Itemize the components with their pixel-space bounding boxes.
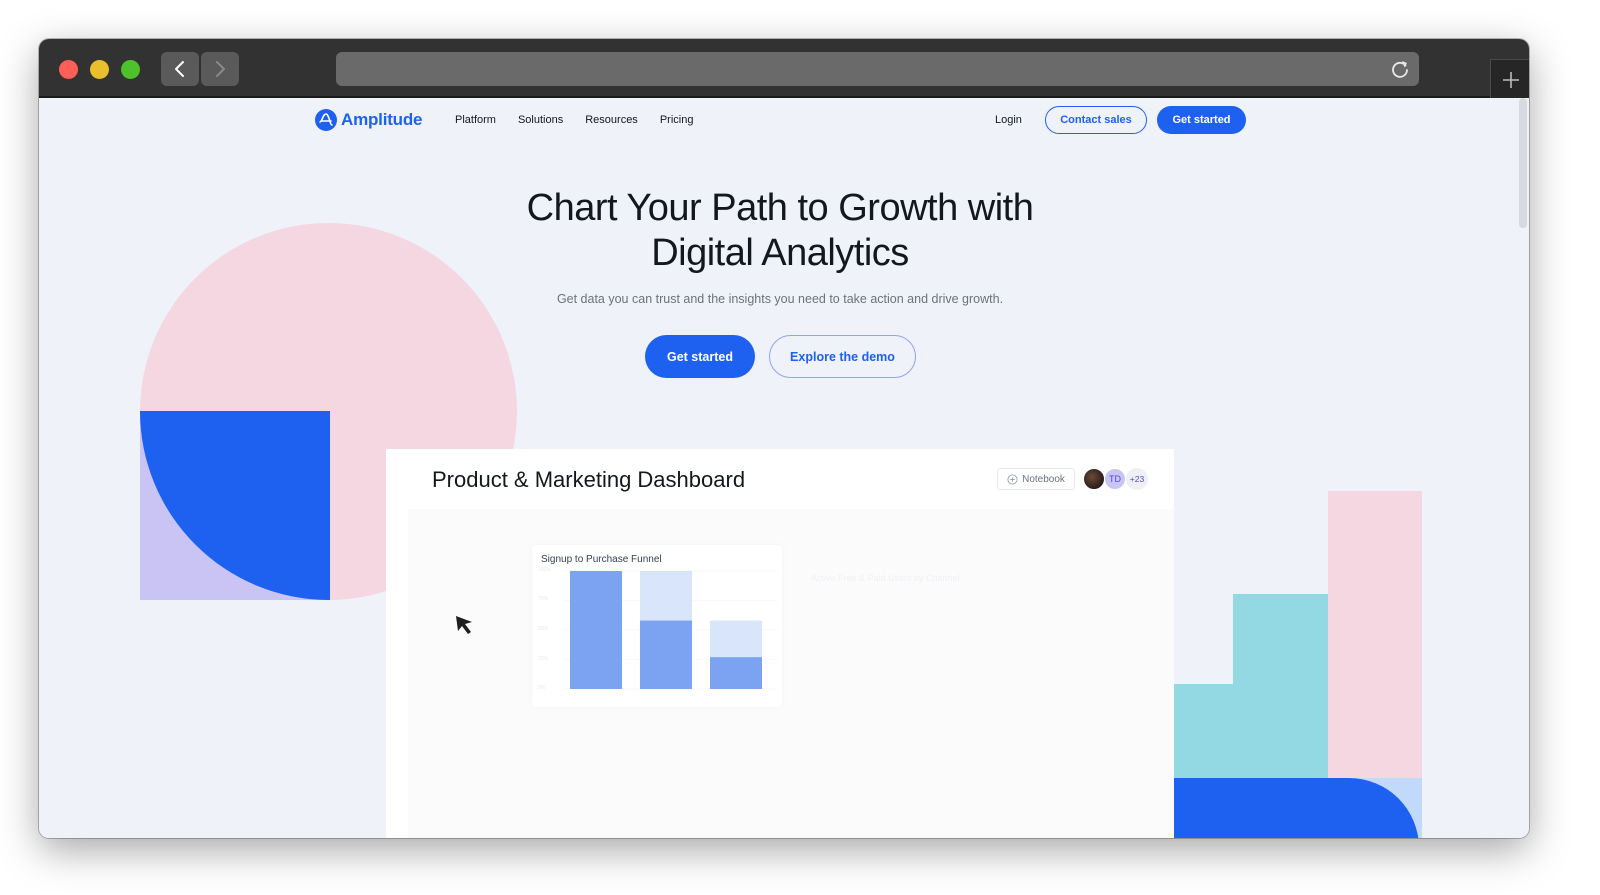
nav-link-platform[interactable]: Platform [455,114,496,126]
nav-link-pricing[interactable]: Pricing [660,114,694,126]
ghost-chart-title: Active Free & Paid Users by Channel [811,573,960,583]
primary-nav: Platform Solutions Resources Pricing [455,114,693,126]
hero-subtitle: Get data you can trust and the insights … [556,292,1004,306]
header-get-started-button[interactable]: Get started [1157,106,1246,134]
y-tick-label: 100% [538,567,551,573]
browser-window: Amplitude Platform Solutions Resources P… [39,39,1529,838]
plus-icon [1502,71,1519,88]
mouse-cursor-icon [456,616,472,634]
notebook-button[interactable]: Notebook [997,468,1075,490]
y-tick-label: 0% [538,685,546,691]
close-window-button[interactable] [59,60,78,79]
decorative-teal-bar-tall [1233,594,1329,784]
nav-link-solutions[interactable]: Solutions [518,114,563,126]
site-header: Amplitude Platform Solutions Resources P… [39,98,1529,144]
page-scrollbar[interactable] [1519,98,1527,228]
plus-circle-icon [1007,473,1018,485]
y-tick-label: 50% [538,626,549,632]
user-avatar-photo[interactable] [1083,468,1105,490]
decorative-teal-bar-short [1174,684,1234,784]
funnel-converted-bar[interactable] [710,657,762,689]
nav-link-resources[interactable]: Resources [585,114,638,126]
amplitude-logo[interactable]: Amplitude [315,109,423,131]
logo-text: Amplitude [341,110,423,129]
funnel-chart-title: Signup to Purchase Funnel [541,554,662,565]
contact-sales-button[interactable]: Contact sales [1045,106,1147,134]
notebook-label: Notebook [1022,473,1065,485]
decorative-pink-bar [1328,491,1422,779]
user-avatar-initials[interactable]: TD [1104,468,1126,490]
funnel-chart [562,570,777,690]
decorative-blue-base [1174,778,1419,838]
dashboard-preview: Product & Marketing Dashboard Notebook T… [386,449,1174,838]
maximize-window-button[interactable] [121,60,140,79]
hero-title-line-2: Digital Analytics [651,232,909,274]
y-tick-label: 75% [538,596,549,602]
funnel-converted-bar[interactable] [640,620,692,689]
funnel-converted-bar[interactable] [570,571,622,689]
hero-get-started-button[interactable]: Get started [645,335,755,378]
login-link[interactable]: Login [995,114,1022,126]
address-bar[interactable] [336,52,1419,86]
hero-title: Chart Your Path to Growth with Digital A… [39,186,1521,276]
y-tick-label: 25% [538,656,549,662]
amplitude-logo-icon [315,109,337,131]
chevron-right-icon [216,61,225,77]
forward-button[interactable] [201,52,239,86]
more-users-badge[interactable]: +23 [1126,468,1148,490]
funnel-chart-card[interactable]: Signup to Purchase Funnel 100% 75% 50% 2… [532,545,782,707]
reload-icon[interactable] [1389,58,1411,80]
explore-demo-button[interactable]: Explore the demo [769,335,916,378]
page-viewport: Amplitude Platform Solutions Resources P… [39,98,1529,838]
back-button[interactable] [161,52,199,86]
minimize-window-button[interactable] [90,60,109,79]
new-tab-button[interactable] [1490,59,1529,99]
dashboard-title: Product & Marketing Dashboard [432,467,746,492]
hero-title-line-1: Chart Your Path to Growth with [526,187,1034,229]
browser-titlebar [39,39,1529,99]
chevron-left-icon [175,61,184,77]
